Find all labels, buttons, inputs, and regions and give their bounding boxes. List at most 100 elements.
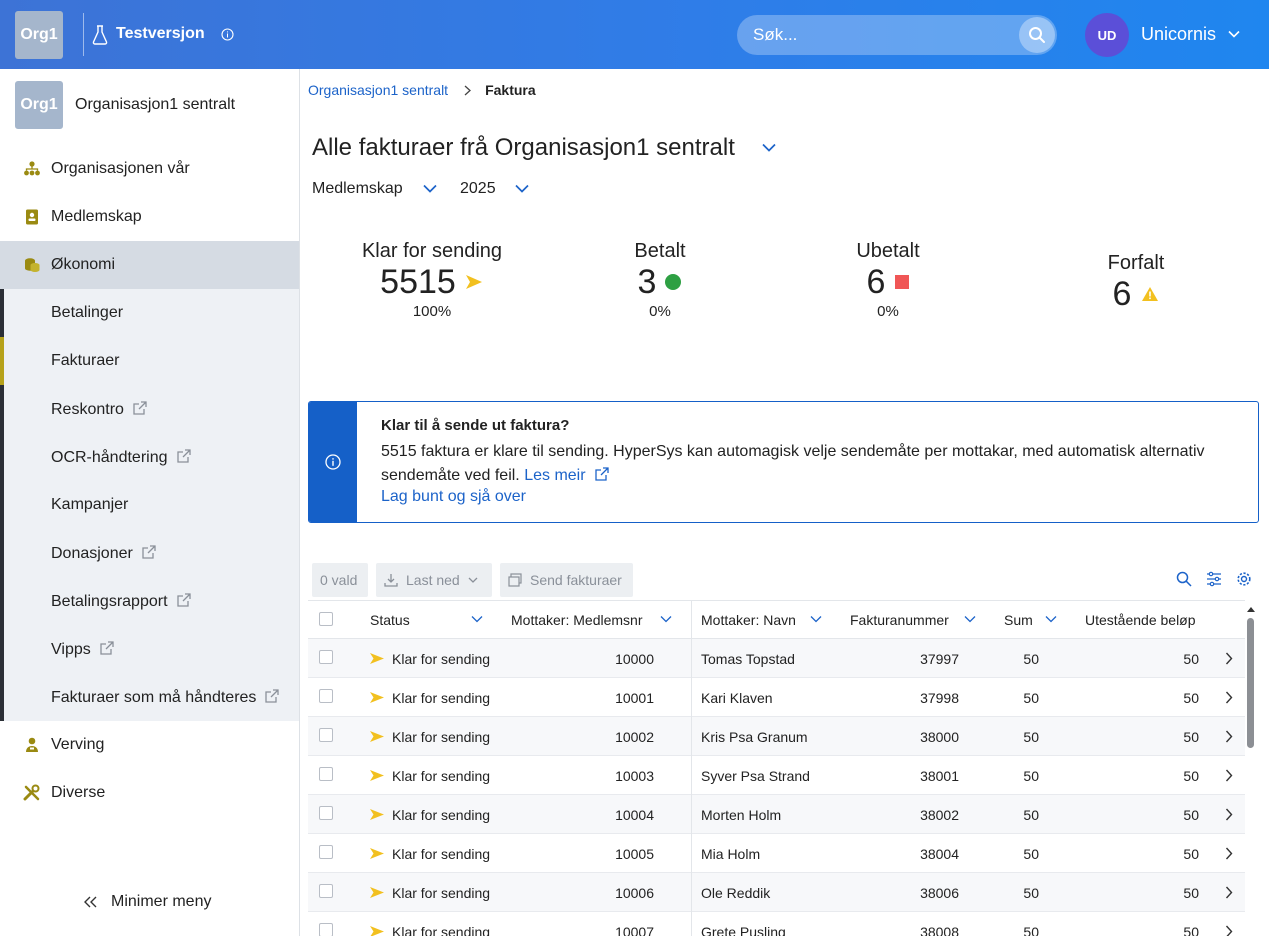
stat-paid[interactable]: Betalt 3 0%: [600, 240, 720, 320]
sidebar-subitem-label: Fakturaer som må håndteres: [51, 688, 257, 706]
row-checkbox[interactable]: [319, 884, 333, 898]
column-header-sum[interactable]: Sum: [1004, 612, 1033, 628]
row-checkbox[interactable]: [319, 923, 333, 936]
row-checkbox[interactable]: [319, 650, 333, 664]
row-checkbox[interactable]: [319, 806, 333, 820]
create-batch-link[interactable]: Lag bunt og sjå over: [381, 488, 526, 506]
table-row[interactable]: Klar for sending 10002 Kris Psa Granum 3800…: [308, 717, 1245, 756]
sidebar-item-diverse[interactable]: Diverse: [0, 769, 299, 817]
sidebar-subitem-betalinger[interactable]: Betalinger: [4, 289, 299, 337]
read-more-link[interactable]: Les meir: [524, 467, 609, 484]
sidebar-subitem-reskontro[interactable]: Reskontro: [4, 385, 299, 433]
row-checkbox[interactable]: [319, 767, 333, 781]
select-all-checkbox[interactable]: [319, 612, 333, 626]
chevron-right-icon[interactable]: [1225, 925, 1233, 936]
user-menu-name[interactable]: Unicornis: [1141, 24, 1216, 45]
chevron-down-icon[interactable]: [423, 184, 437, 193]
year-filter[interactable]: 2025: [460, 180, 496, 198]
minimize-menu-button[interactable]: Minimer meny: [83, 893, 211, 911]
table-row[interactable]: Klar for sending 10003 Syver Psa Strand 380…: [308, 756, 1245, 795]
table-row[interactable]: Klar for sending 10000 Tomas Topstad 37997 5…: [308, 639, 1245, 678]
scrollbar-thumb[interactable]: [1247, 618, 1254, 748]
row-checkbox[interactable]: [319, 728, 333, 742]
sidebar-subitem-fakturaer[interactable]: Fakturaer: [0, 337, 299, 385]
chevron-right-icon[interactable]: [1225, 808, 1233, 821]
stat-unpaid[interactable]: Ubetalt 6 0%: [828, 240, 948, 320]
cell-member-nr: 10007: [615, 924, 654, 936]
chevron-down-icon[interactable]: [1045, 615, 1057, 623]
chevron-down-icon[interactable]: [810, 615, 822, 623]
cell-outstanding: 50: [1183, 924, 1199, 936]
search-input[interactable]: [753, 25, 1003, 45]
search-button[interactable]: [1019, 17, 1055, 53]
search-box: [737, 15, 1057, 55]
chevron-right-icon[interactable]: [1225, 769, 1233, 782]
chevron-right-icon[interactable]: [1225, 847, 1233, 860]
membership-filter[interactable]: Medlemskap: [312, 180, 403, 198]
chevron-down-icon[interactable]: [762, 143, 776, 152]
sidebar-subitem-vipps[interactable]: Vipps: [4, 625, 299, 673]
org-logo[interactable]: Org1: [15, 11, 63, 59]
cell-sum: 50: [1023, 924, 1039, 936]
column-header-name[interactable]: Mottaker: Navn: [701, 612, 796, 628]
table-row[interactable]: Klar for sending 10005 Mia Holm 38004 50 50: [308, 834, 1245, 873]
send-arrow-icon: [370, 848, 384, 859]
column-header-member-nr[interactable]: Mottaker: Medlemsnr: [511, 612, 642, 628]
table-row[interactable]: Klar for sending 10004 Morten Holm 38002 50 5…: [308, 795, 1245, 834]
gear-icon[interactable]: [1236, 571, 1252, 587]
cell-outstanding: 50: [1183, 729, 1199, 745]
sidebar-subitem-handteres[interactable]: Fakturaer som må håndteres: [4, 673, 299, 721]
info-icon[interactable]: [221, 28, 234, 41]
chevron-down-icon[interactable]: [515, 184, 529, 193]
sidebar-item-okonomi[interactable]: Økonomi: [0, 241, 299, 289]
sidebar-item-label: Økonomi: [51, 256, 116, 273]
cell-sum: 50: [1023, 807, 1039, 823]
cell-name: Mia Holm: [701, 846, 761, 862]
search-icon[interactable]: [1176, 571, 1192, 587]
column-header-outstanding[interactable]: Utestående beløp: [1085, 612, 1196, 628]
cell-status: Klar for sending: [392, 885, 491, 901]
table-row[interactable]: Klar for sending 10006 Ole Reddik 38006 50 50: [308, 873, 1245, 912]
sidebar-item-verving[interactable]: Verving: [0, 721, 299, 769]
sidebar-subitem-betalingsrapport[interactable]: Betalingsrapport: [4, 577, 299, 625]
chevron-right-icon[interactable]: [1225, 886, 1233, 899]
stat-value: 6: [866, 263, 886, 301]
chevron-down-icon[interactable]: [1228, 30, 1240, 38]
table-header: Status Mottaker: Medlemsnr Mottaker: Nav…: [308, 601, 1245, 639]
row-checkbox[interactable]: [319, 689, 333, 703]
column-header-invoice-nr[interactable]: Fakturanummer: [850, 612, 949, 628]
cell-member-nr: 10000: [615, 651, 654, 667]
stat-ready[interactable]: Klar for sending 5515 100%: [352, 240, 512, 320]
environment-label: Testversjon: [116, 25, 205, 42]
sidebar-subitem-ocr[interactable]: OCR-håndtering: [4, 433, 299, 481]
row-checkbox[interactable]: [319, 845, 333, 859]
chevron-down-icon[interactable]: [471, 615, 483, 623]
avatar[interactable]: UD: [1085, 13, 1129, 57]
chevron-down-icon[interactable]: [660, 615, 672, 623]
download-label: Last ned: [406, 572, 460, 588]
cell-status: Klar for sending: [392, 924, 491, 936]
chevron-right-icon[interactable]: [1225, 691, 1233, 704]
cell-invoice-nr: 38000: [920, 729, 959, 745]
sidebar-item-organisasjonen[interactable]: Organisasjonen vår: [0, 145, 299, 193]
scroll-up-arrow-icon[interactable]: [1246, 604, 1256, 614]
cell-sum: 50: [1023, 885, 1039, 901]
sidebar-subitem-donasjoner[interactable]: Donasjoner: [4, 529, 299, 577]
chevron-right-icon[interactable]: [1225, 652, 1233, 665]
sidebar-org-logo[interactable]: Org1: [15, 81, 63, 129]
table-row[interactable]: Klar for sending 10001 Kari Klaven 37998 50 5…: [308, 678, 1245, 717]
chevron-down-icon[interactable]: [964, 615, 976, 623]
stat-overdue[interactable]: Forfalt 6: [1076, 252, 1196, 313]
sidebar-item-medlemskap[interactable]: Medlemskap: [0, 193, 299, 241]
breadcrumb-parent-link[interactable]: Organisasjon1 sentralt: [308, 82, 448, 98]
green-dot-icon: [665, 274, 682, 290]
column-header-status[interactable]: Status: [370, 612, 410, 628]
filter-settings-icon[interactable]: [1206, 571, 1222, 587]
sidebar-subitem-kampanjer[interactable]: Kampanjer: [4, 481, 299, 529]
send-invoices-button[interactable]: Send fakturaer: [500, 563, 633, 597]
cell-outstanding: 50: [1183, 885, 1199, 901]
sidebar-org-name[interactable]: Organisasjon1 sentralt: [75, 96, 235, 114]
table-row[interactable]: Klar for sending 10007 Grete Pusling 38008 5…: [308, 912, 1245, 936]
download-button[interactable]: Last ned: [376, 563, 492, 597]
chevron-right-icon[interactable]: [1225, 730, 1233, 743]
